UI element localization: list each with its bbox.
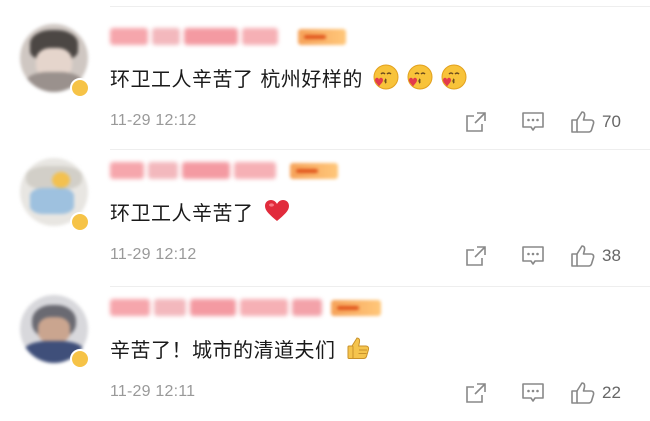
- emoji-group: [373, 64, 467, 90]
- like-count: 22: [602, 383, 621, 402]
- username-blurred[interactable]: [110, 297, 330, 319]
- comment-text: 环卫工人辛苦了: [110, 194, 290, 228]
- share-button[interactable]: [464, 110, 488, 134]
- like-button[interactable]: 22: [570, 381, 621, 405]
- comment-item: 环卫工人辛苦了 杭州好样的 11-29 12:12 70: [0, 16, 650, 150]
- level-badge: [331, 300, 381, 316]
- username-blurred[interactable]: [110, 26, 310, 48]
- username-blurred[interactable]: [110, 160, 310, 182]
- comment-meta: 11-29 12:11 22: [110, 381, 650, 405]
- comment-text: 辛苦了！城市的清道夫们: [110, 331, 372, 365]
- verified-badge-icon: [70, 78, 90, 98]
- emoji-group: [346, 335, 372, 361]
- thumbs-up-icon: [571, 111, 595, 133]
- reply-button[interactable]: [520, 244, 546, 268]
- thumbs-up-icon: [571, 245, 595, 267]
- share-icon: [466, 246, 486, 266]
- kiss-heart-emoji: [373, 64, 399, 90]
- comment-icon: [522, 112, 544, 131]
- comment-text: 环卫工人辛苦了 杭州好样的: [110, 60, 467, 94]
- red-heart-emoji: [264, 200, 289, 221]
- share-icon: [466, 112, 486, 132]
- share-icon: [466, 383, 486, 403]
- timestamp: 11-29 12:12: [110, 246, 197, 263]
- timestamp: 11-29 12:11: [110, 383, 196, 400]
- timestamp: 11-29 12:12: [110, 112, 197, 129]
- verified-badge-icon: [70, 349, 90, 369]
- comment-body: 环卫工人辛苦了: [110, 200, 254, 225]
- comment-item: 辛苦了！城市的清道夫们 11-29 12:11 22: [0, 287, 650, 421]
- like-count: 38: [602, 246, 621, 265]
- verified-badge-icon: [70, 212, 90, 232]
- comment-meta: 11-29 12:12 38: [110, 244, 650, 268]
- share-button[interactable]: [464, 244, 488, 268]
- reply-button[interactable]: [520, 110, 546, 134]
- reply-button[interactable]: [520, 381, 546, 405]
- thumbs-up-icon: [571, 382, 595, 404]
- like-button[interactable]: 38: [570, 244, 621, 268]
- comment-icon: [522, 383, 544, 402]
- comment-body: 环卫工人辛苦了 杭州好样的: [110, 66, 363, 91]
- thumbs-up-emoji: [347, 337, 369, 359]
- kiss-heart-emoji: [407, 64, 433, 90]
- kiss-heart-emoji: [441, 64, 467, 90]
- like-button[interactable]: 70: [570, 110, 621, 134]
- comment-body: 辛苦了！城市的清道夫们: [110, 337, 336, 362]
- comment-icon: [522, 246, 544, 265]
- comment-meta: 11-29 12:12 70: [110, 110, 650, 134]
- share-button[interactable]: [464, 381, 488, 405]
- like-count: 70: [602, 112, 621, 131]
- top-divider: [110, 6, 650, 7]
- comment-item: 环卫工人辛苦了 11-29 12:12 38: [0, 150, 650, 287]
- emoji-group: [264, 198, 290, 224]
- level-badge: [290, 163, 338, 179]
- level-badge: [298, 29, 346, 45]
